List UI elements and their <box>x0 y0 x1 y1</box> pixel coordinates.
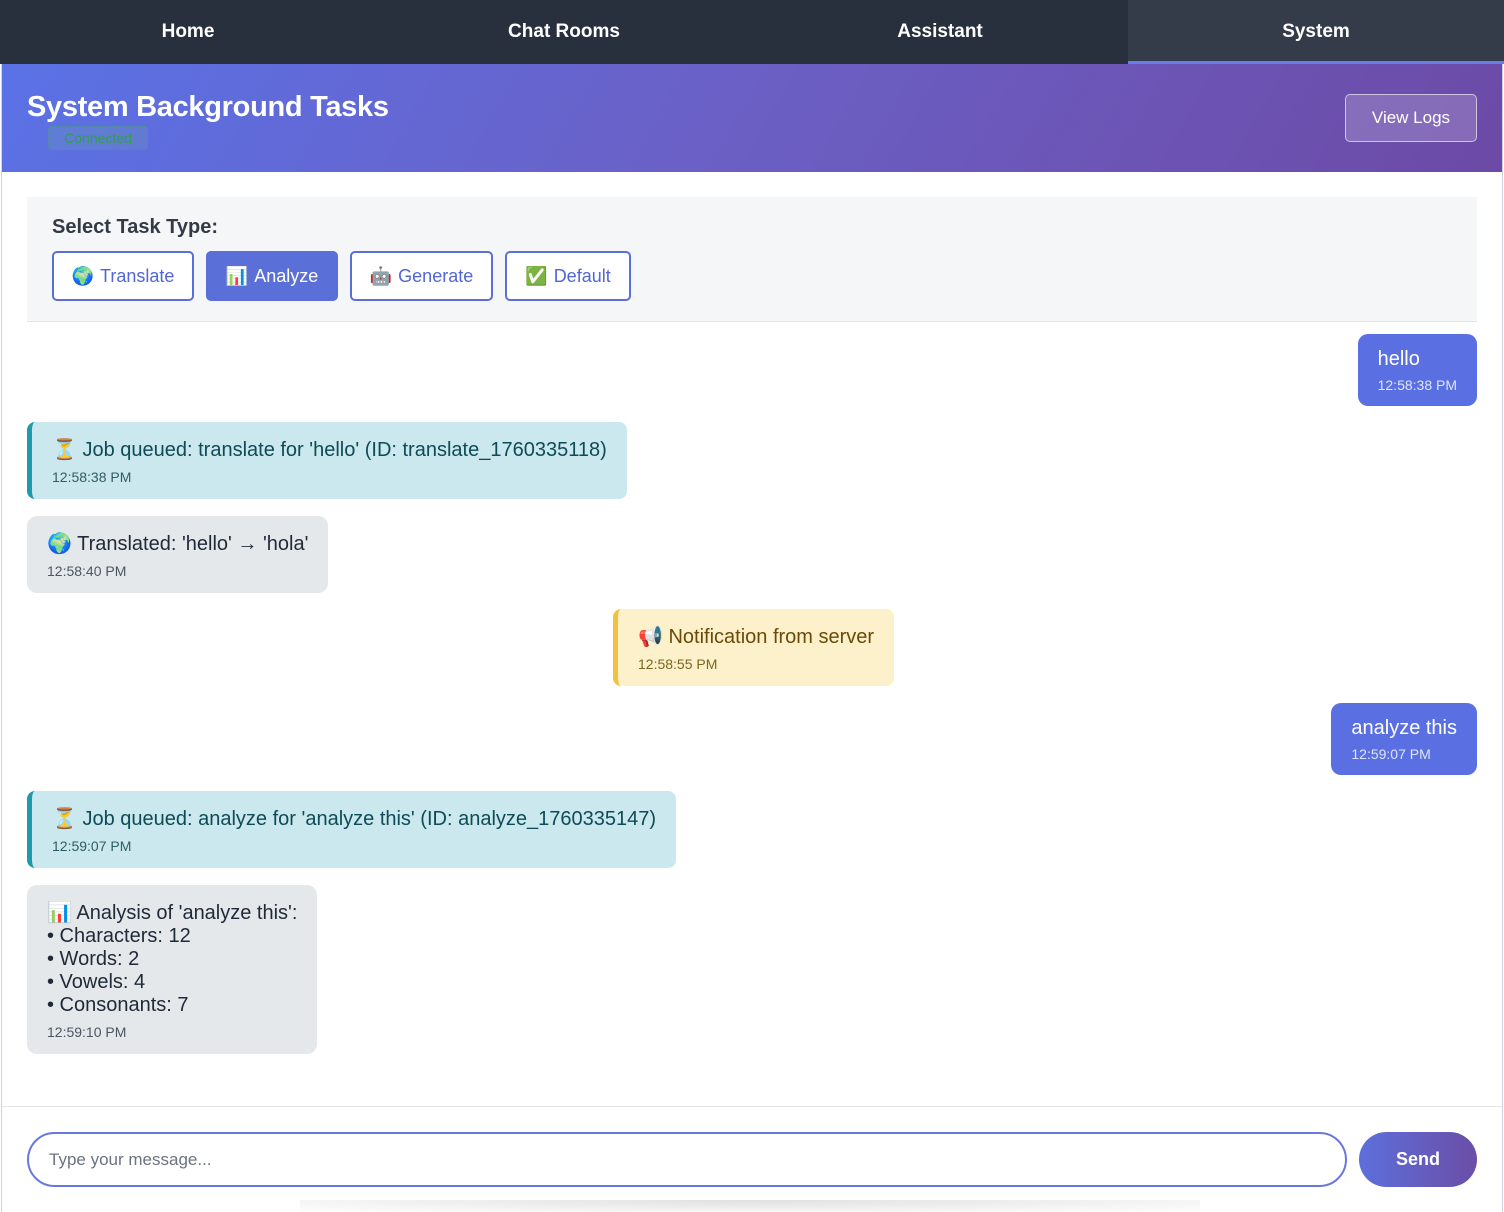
bottom-shadow <box>300 1200 1200 1212</box>
message-input[interactable] <box>27 1132 1347 1187</box>
message-text: 📊 Analysis of 'analyze this': • Characte… <box>47 902 298 1016</box>
page-title: System Background Tasks <box>27 91 389 123</box>
message-text: 🌍 Translated: 'hello' → 'hola' <box>47 533 309 555</box>
message-timestamp: 12:58:38 PM <box>1377 377 1457 393</box>
tab-chat-rooms[interactable]: Chat Rooms <box>376 0 752 64</box>
message-timestamp: 12:59:10 PM <box>47 1024 127 1040</box>
page-header: System Background Tasks Connected View L… <box>2 64 1502 172</box>
message-timestamp: 12:58:38 PM <box>52 469 132 485</box>
robot-icon: 🤖 <box>369 266 393 286</box>
task-generate-label: Generate <box>398 265 474 286</box>
task-analyze-label: Analyze <box>254 265 319 286</box>
job-queued-message: ⏳ Job queued: analyze for 'analyze this'… <box>27 791 677 868</box>
task-default-label: Default <box>553 265 611 286</box>
tab-home[interactable]: Home <box>0 0 376 64</box>
task-type-selector: Select Task Type: 🌍 Translate 📊 Analyze … <box>27 197 1477 322</box>
tab-system[interactable]: System <box>1128 0 1504 64</box>
tab-assistant[interactable]: Assistant <box>752 0 1128 64</box>
task-generate-button[interactable]: 🤖 Generate <box>350 251 493 301</box>
message-timestamp: 12:58:40 PM <box>47 563 127 579</box>
top-nav: Home Chat Rooms Assistant System <box>0 0 1504 64</box>
task-translate-button[interactable]: 🌍 Translate <box>52 251 194 301</box>
message-timestamp: 12:59:07 PM <box>1351 746 1431 762</box>
connection-status-badge: Connected <box>48 126 148 150</box>
bar-chart-icon: 📊 <box>225 266 249 286</box>
task-analyze-button[interactable]: 📊 Analyze <box>206 251 338 301</box>
message-timestamp: 12:58:55 PM <box>638 656 718 672</box>
user-message: hello 12:58:38 PM <box>1357 334 1477 406</box>
view-logs-button[interactable]: View Logs <box>1345 94 1477 142</box>
check-mark-icon: ✅ <box>525 266 548 286</box>
message-text: hello <box>1377 348 1420 370</box>
task-type-label: Select Task Type: <box>52 216 218 238</box>
task-result-message: 📊 Analysis of 'analyze this': • Characte… <box>27 885 318 1054</box>
user-message: analyze this 12:59:07 PM <box>1331 703 1477 775</box>
task-translate-label: Translate <box>100 265 175 286</box>
send-button[interactable]: Send <box>1359 1132 1477 1187</box>
message-text: ⏳ Job queued: translate for 'hello' (ID:… <box>52 439 607 461</box>
message-text: analyze this <box>1351 717 1457 739</box>
message-text: 📢 Notification from server <box>638 626 875 648</box>
message-timestamp: 12:59:07 PM <box>52 838 132 854</box>
message-text: ⏳ Job queued: analyze for 'analyze this'… <box>52 808 657 830</box>
job-queued-message: ⏳ Job queued: translate for 'hello' (ID:… <box>27 422 627 499</box>
globe-icon: 🌍 <box>71 266 95 286</box>
server-notification-message: 📢 Notification from server 12:58:55 PM <box>613 609 895 686</box>
task-result-message: 🌍 Translated: 'hello' → 'hola' 12:58:40 … <box>27 516 329 593</box>
task-default-button[interactable]: ✅ Default <box>505 251 631 301</box>
